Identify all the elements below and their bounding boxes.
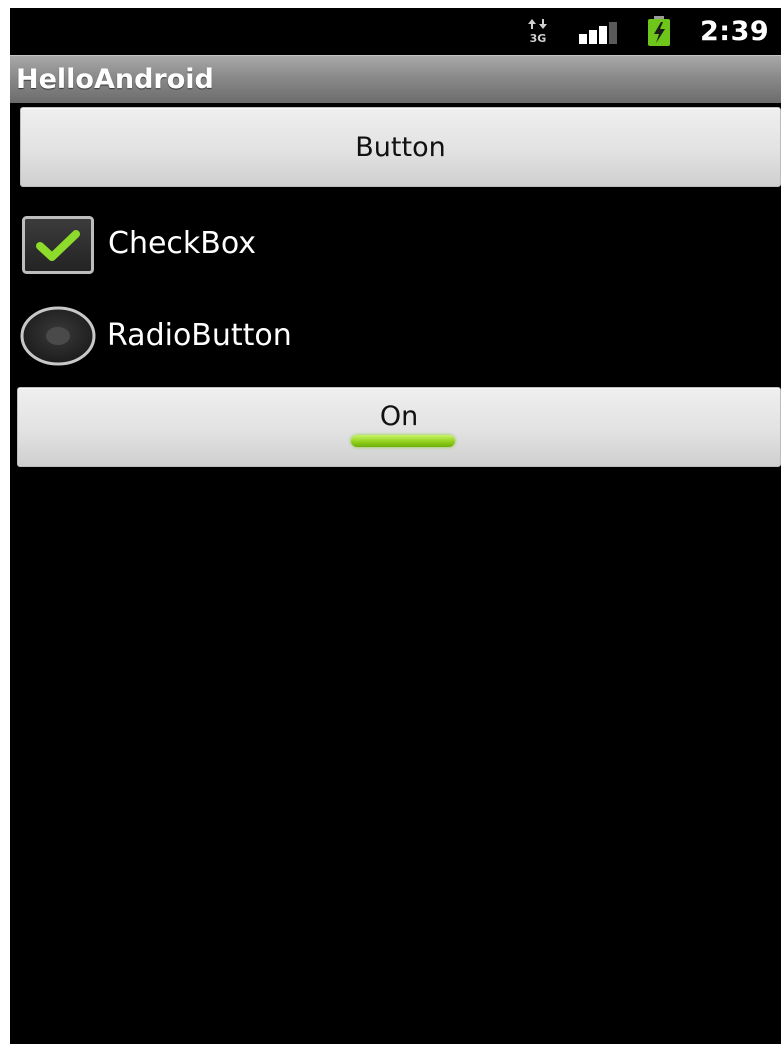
status-bar: 3G 2:39 xyxy=(10,8,781,55)
radio-button-label: RadioButton xyxy=(107,318,292,353)
3g-data-icon: 3G xyxy=(527,18,549,45)
svg-text:3G: 3G xyxy=(530,32,547,44)
radio-button[interactable]: RadioButton xyxy=(20,304,440,370)
radio-circle-icon[interactable] xyxy=(20,306,96,366)
toggle-on-indicator xyxy=(351,435,455,447)
app-title: HelloAndroid xyxy=(16,64,214,95)
toggle-button[interactable]: On xyxy=(17,387,781,467)
device-screen: 3G 2:39 HelloAndroid Button CheckBox Rad… xyxy=(10,8,781,1044)
main-button-label: Button xyxy=(355,132,446,163)
signal-strength-icon xyxy=(579,22,621,44)
main-button[interactable]: Button xyxy=(20,107,781,187)
battery-charging-icon xyxy=(646,16,672,46)
checkmark-icon[interactable] xyxy=(22,216,94,274)
checkbox[interactable]: CheckBox xyxy=(20,214,440,280)
clock-time: 2:39 xyxy=(700,16,770,47)
app-title-bar: HelloAndroid xyxy=(10,55,781,103)
checkbox-label: CheckBox xyxy=(108,226,257,261)
toggle-button-label: On xyxy=(379,401,419,432)
